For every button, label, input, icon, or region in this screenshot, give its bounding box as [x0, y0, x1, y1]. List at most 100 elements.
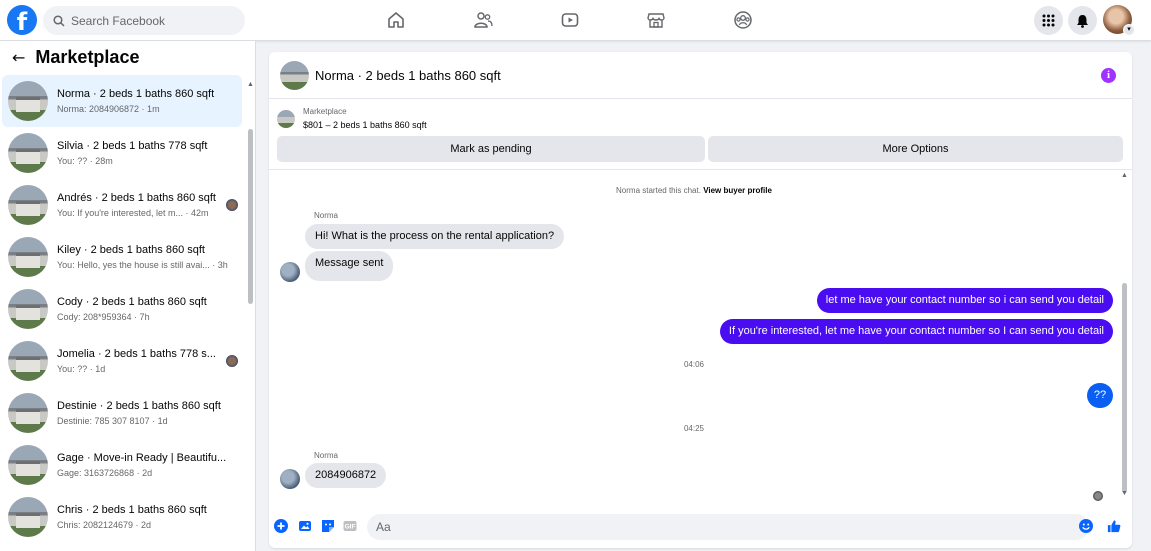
conversation-item-gage[interactable]: Gage · Move-in Ready | Beautifu... Gage: …	[2, 439, 242, 491]
emoji-icon[interactable]	[1079, 519, 1093, 533]
conversation-item-destinie[interactable]: Destinie · 2 beds 1 baths 860 sqft Destin…	[2, 387, 242, 439]
sender-avatar	[280, 469, 300, 489]
conversation-preview: You: Hello, yes the house is still avai.…	[57, 259, 228, 270]
info-icon[interactable]: i	[1101, 68, 1116, 83]
conversation-preview: You: If you're interested, let m... · 42…	[57, 207, 209, 218]
svg-text:GIF: GIF	[345, 524, 356, 531]
view-buyer-profile-link[interactable]: View buyer profile	[703, 186, 772, 195]
listing-thumbnail	[8, 185, 48, 225]
sender-avatar	[280, 262, 300, 282]
watch-icon[interactable]	[559, 9, 581, 31]
conversation-preview: You: ?? · 1d	[57, 363, 106, 374]
conversation-title: Silvia · 2 beds 1 baths 778 sqft	[57, 139, 208, 152]
conversation-preview: You: ?? · 28m	[57, 155, 113, 166]
message-input[interactable]	[367, 514, 1089, 540]
scrollbar-thumb[interactable]	[1122, 283, 1127, 493]
system-text: Norma started this chat.	[616, 186, 701, 195]
sender-name: Norma	[314, 451, 339, 460]
gif-icon[interactable]: GIF	[343, 519, 357, 533]
conversation-title: Andrés · 2 beds 1 baths 860 sqft	[57, 191, 216, 204]
logo-letter: f	[16, 8, 28, 35]
notifications-icon[interactable]	[1068, 6, 1097, 35]
scrollbar-thumb[interactable]	[248, 129, 253, 304]
more-options-button[interactable]: More Options	[708, 136, 1123, 162]
listing-thumbnail	[8, 133, 48, 173]
sender-name: Norma	[314, 211, 339, 220]
conversation-item-norma[interactable]: Norma · 2 beds 1 baths 860 sqft Norma: 20…	[2, 75, 242, 127]
sidebar: ← Marketplace Norma · 2 beds 1 baths 860…	[0, 41, 256, 551]
conversation-preview: Norma: 2084906872 · 1m	[57, 103, 160, 114]
top-bar: f ▾	[0, 0, 1151, 41]
conversation-title: Destinie · 2 beds 1 baths 860 sqft	[57, 399, 221, 412]
conversation-preview: Chris: 2082124679 · 2d	[57, 519, 152, 530]
conversation-title: Chris · 2 beds 1 baths 860 sqft	[57, 503, 207, 516]
chat-panel: Norma · 2 beds 1 baths 860 sqft i Market…	[269, 52, 1132, 548]
listing-price[interactable]: $801 – 2 beds 1 baths 860 sqft	[303, 120, 427, 130]
incoming-message: Hi! What is the process on the rental ap…	[305, 224, 565, 249]
conversation-list: Norma · 2 beds 1 baths 860 sqft Norma: 20…	[2, 75, 242, 543]
listing-thumbnail	[8, 445, 48, 485]
add-icon[interactable]	[274, 519, 288, 533]
listing-thumbnail	[8, 289, 48, 329]
conversation-title: Jomelia · 2 beds 1 baths 778 s...	[57, 347, 216, 360]
conversation-preview: Destinie: 785 307 8107 · 1d	[57, 415, 168, 426]
incoming-message: 2084906872	[305, 463, 387, 488]
conversation-item-chris[interactable]: Chris · 2 beds 1 baths 860 sqft Chris: 20…	[2, 491, 242, 543]
conversation-item-cody[interactable]: Cody · 2 beds 1 baths 860 sqft Cody: 208*…	[2, 283, 242, 335]
listing-thumbnail	[8, 81, 48, 121]
conversation-title: Kiley · 2 beds 1 baths 860 sqft	[57, 243, 205, 256]
seen-avatar	[226, 199, 238, 211]
chat-header: Norma · 2 beds 1 baths 860 sqft i	[269, 52, 1132, 99]
conversation-item-kiley[interactable]: Kiley · 2 beds 1 baths 860 sqft You: Hell…	[2, 231, 242, 283]
search-icon	[53, 14, 65, 27]
groups-icon[interactable]	[732, 9, 754, 31]
scroll-down-arrow-icon[interactable]: ▼	[1121, 490, 1128, 497]
chat-started-notice: Norma started this chat. View buyer prof…	[269, 186, 1119, 195]
search-box[interactable]	[43, 6, 245, 35]
listing-thumbnail	[8, 497, 48, 537]
account-avatar[interactable]: ▾	[1103, 5, 1135, 36]
listing-thumbnail	[8, 341, 48, 381]
listing-category: Marketplace	[303, 107, 347, 116]
search-input[interactable]	[71, 13, 231, 28]
home-icon[interactable]	[385, 9, 407, 31]
message-timestamp: 04:06	[683, 360, 705, 369]
marketplace-icon[interactable]	[645, 9, 667, 31]
friends-icon[interactable]	[472, 9, 494, 31]
listing-thumbnail	[8, 393, 48, 433]
conversation-item-silvia[interactable]: Silvia · 2 beds 1 baths 778 sqft You: ?? …	[2, 127, 242, 179]
outgoing-message: let me have your contact number so i can…	[816, 288, 1113, 313]
outgoing-message: If you're interested, let me have your c…	[719, 319, 1113, 344]
mark-as-pending-button[interactable]: Mark as pending	[277, 136, 705, 162]
chat-avatar[interactable]	[280, 60, 309, 90]
conversation-preview: Cody: 208*959364 · 7h	[57, 311, 150, 322]
sidebar-header: ← Marketplace	[0, 41, 255, 74]
seen-avatar	[1093, 491, 1103, 501]
conversation-item-andres[interactable]: Andrés · 2 beds 1 baths 860 sqft You: If …	[2, 179, 242, 231]
listing-thumbnail[interactable]	[277, 110, 295, 128]
conversation-item-jomelia[interactable]: Jomelia · 2 beds 1 baths 778 s... You: ??…	[2, 335, 242, 387]
outgoing-message: ??	[1087, 383, 1113, 408]
listing-thumbnail	[8, 237, 48, 277]
conversation-title: Cody · 2 beds 1 baths 860 sqft	[57, 295, 207, 308]
chevron-down-icon[interactable]: ▾	[1123, 24, 1135, 36]
incoming-message: Message sent	[305, 251, 394, 281]
conversation-title: Norma · 2 beds 1 baths 860 sqft	[57, 87, 215, 100]
message-thread: Norma started this chat. View buyer prof…	[269, 171, 1132, 509]
sidebar-title: Marketplace	[35, 47, 140, 67]
scroll-up-arrow-icon[interactable]: ▲	[247, 81, 254, 88]
chat-title[interactable]: Norma · 2 beds 1 baths 860 sqft	[315, 68, 501, 83]
facebook-logo-icon[interactable]: f	[7, 5, 37, 35]
scroll-up-arrow-icon[interactable]: ▲	[1121, 172, 1128, 179]
conversation-preview: Gage: 3163726868 · 2d	[57, 467, 153, 478]
conversation-title: Gage · Move-in Ready | Beautifu...	[57, 451, 227, 464]
sticker-icon[interactable]	[321, 519, 335, 533]
sidebar-scrollbar[interactable]: ▲	[247, 81, 254, 551]
photo-icon[interactable]	[298, 519, 312, 533]
chat-scrollbar[interactable]: ▲ ▼	[1121, 172, 1129, 502]
back-arrow-icon[interactable]: ←	[12, 48, 25, 67]
menu-grid-icon[interactable]	[1034, 6, 1063, 35]
seen-avatar	[226, 355, 238, 367]
message-timestamp: 04:25	[683, 424, 705, 433]
like-thumb-icon[interactable]	[1107, 519, 1121, 533]
